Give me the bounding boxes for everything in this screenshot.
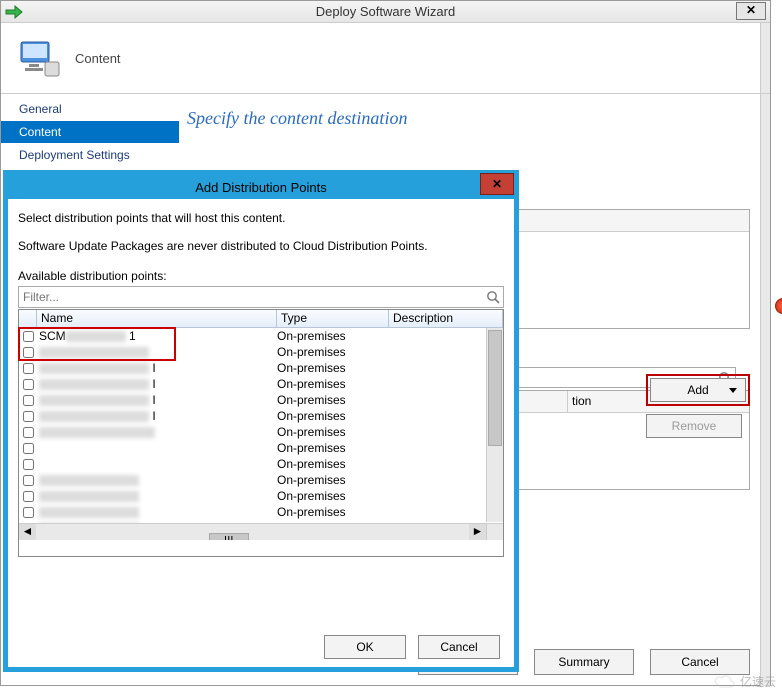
scroll-thumb[interactable] xyxy=(488,330,502,446)
grid-rows[interactable]: SCM 1On-premisesOn-premises IOn-premises… xyxy=(19,328,503,540)
table-row[interactable]: IOn-premises xyxy=(19,376,503,392)
table-row[interactable]: On-premises xyxy=(19,424,503,440)
row-checkbox[interactable] xyxy=(23,395,34,406)
table-row[interactable]: IOn-premises xyxy=(19,392,503,408)
wizard-header-label: Content xyxy=(75,51,121,66)
add-button[interactable]: Add xyxy=(650,378,746,402)
dialog-text-2: Software Update Packages are never distr… xyxy=(18,239,504,253)
row-checkbox[interactable] xyxy=(23,411,34,422)
row-checkbox[interactable] xyxy=(23,379,34,390)
vertical-scrollbar[interactable] xyxy=(486,328,503,522)
remove-button[interactable]: Remove xyxy=(646,414,742,438)
watermark: 亿速云 xyxy=(714,673,776,690)
row-checkbox[interactable] xyxy=(23,443,34,454)
dialog-titlebar: Add Distribution Points ✕ xyxy=(8,175,514,199)
grid-header: Name Type Description xyxy=(19,310,503,328)
table-row[interactable]: IOn-premises xyxy=(19,408,503,424)
warning-icon xyxy=(775,298,782,314)
side-buttons: Add Remove xyxy=(646,374,750,438)
add-highlight-box: Add xyxy=(646,374,750,406)
page-heading: Specify the content destination xyxy=(187,108,750,129)
row-checkbox[interactable] xyxy=(23,347,34,358)
content-icon xyxy=(19,38,61,78)
dropdown-caret-icon xyxy=(729,388,737,393)
wizard-title: Deploy Software Wizard xyxy=(1,4,770,19)
scroll-right-arrow-icon[interactable]: ► xyxy=(469,524,486,540)
table-row[interactable]: On-premises xyxy=(19,472,503,488)
wizard-close-button[interactable]: ✕ xyxy=(736,2,766,20)
summary-button[interactable]: Summary xyxy=(534,649,634,675)
hscroll-thumb[interactable]: ||| xyxy=(209,533,249,540)
add-button-label: Add xyxy=(687,383,708,397)
row-checkbox[interactable] xyxy=(23,331,34,342)
table-row[interactable]: SCM 1On-premises xyxy=(19,328,503,344)
dialog-body: Select distribution points that will hos… xyxy=(8,199,514,563)
dialog-title: Add Distribution Points xyxy=(195,180,327,195)
scroll-left-arrow-icon[interactable]: ◄ xyxy=(19,524,36,540)
table-row[interactable]: On-premises xyxy=(19,344,503,360)
search-icon[interactable] xyxy=(486,290,500,304)
table-row[interactable]: On-premises xyxy=(19,488,503,504)
dialog-text-1: Select distribution points that will hos… xyxy=(18,211,504,225)
row-checkbox[interactable] xyxy=(23,363,34,374)
dialog-footer: OK Cancel xyxy=(324,635,500,659)
available-label: Available distribution points: xyxy=(18,269,504,283)
row-checkbox[interactable] xyxy=(23,427,34,438)
table-row[interactable]: On-premises xyxy=(19,504,503,520)
ok-button[interactable]: OK xyxy=(324,635,406,659)
horizontal-scrollbar[interactable]: ◄ ||| ► xyxy=(19,523,486,540)
nav-deployment-settings[interactable]: Deployment Settings xyxy=(1,144,179,166)
row-checkbox[interactable] xyxy=(23,459,34,470)
add-distribution-points-dialog: Add Distribution Points ✕ Select distrib… xyxy=(3,170,519,672)
grid-col-name[interactable]: Name xyxy=(37,310,277,327)
grid-col-description[interactable]: Description xyxy=(389,310,503,327)
wizard-titlebar: Deploy Software Wizard ✕ xyxy=(1,1,770,23)
filter-input[interactable] xyxy=(18,286,504,308)
table-row[interactable]: On-premises xyxy=(19,440,503,456)
row-checkbox[interactable] xyxy=(23,475,34,486)
table-row[interactable]: On-premises xyxy=(19,456,503,472)
table-row[interactable]: IOn-premises xyxy=(19,360,503,376)
row-checkbox[interactable] xyxy=(23,507,34,518)
dialog-close-button[interactable]: ✕ xyxy=(480,173,514,195)
cancel-button[interactable]: Cancel xyxy=(650,649,750,675)
row-checkbox[interactable] xyxy=(23,491,34,502)
dialog-cancel-button[interactable]: Cancel xyxy=(418,635,500,659)
wizard-header: Content xyxy=(1,23,770,93)
distribution-points-grid: Name Type Description SCM 1On-premisesOn… xyxy=(18,309,504,557)
nav-content[interactable]: Content xyxy=(1,120,179,144)
scroll-corner xyxy=(486,523,503,540)
nav-general[interactable]: General xyxy=(1,94,179,120)
grid-col-checkbox[interactable] xyxy=(19,310,37,327)
grid-col-type[interactable]: Type xyxy=(277,310,389,327)
